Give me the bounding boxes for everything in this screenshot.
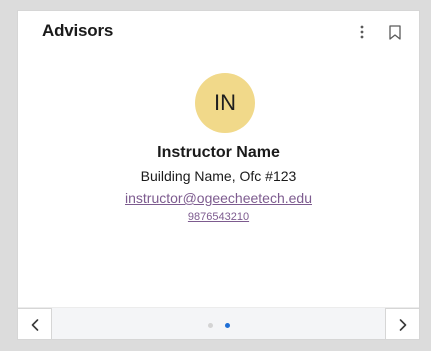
chevron-left-icon <box>31 318 38 331</box>
bookmark-outline-icon <box>389 24 401 40</box>
avatar: IN <box>195 73 255 133</box>
advisor-email-link[interactable]: instructor@ogeecheetech.edu <box>18 190 419 206</box>
advisor-name: Instructor Name <box>157 144 280 161</box>
pagination-dots <box>208 322 230 328</box>
avatar-initials: IN <box>214 90 236 115</box>
advisor-phone-link[interactable]: 9876543210 <box>18 211 419 223</box>
advisors-card: Advisors IN Instructor Name Building Nam… <box>17 10 420 340</box>
chevron-right-icon <box>399 318 406 331</box>
previous-button[interactable] <box>18 308 52 339</box>
kebab-vertical-icon <box>360 25 364 39</box>
card-header: Advisors <box>18 11 419 53</box>
card-title: Advisors <box>42 21 114 40</box>
pagination-dot-2[interactable] <box>225 322 230 328</box>
pagination-dot-1[interactable] <box>208 322 213 328</box>
pagination-footer <box>18 307 419 339</box>
next-button[interactable] <box>385 308 419 339</box>
bookmark-button[interactable] <box>384 19 406 45</box>
advisor-office: Building Name, Ofc #123 <box>140 168 297 184</box>
more-options-button[interactable] <box>352 19 372 45</box>
